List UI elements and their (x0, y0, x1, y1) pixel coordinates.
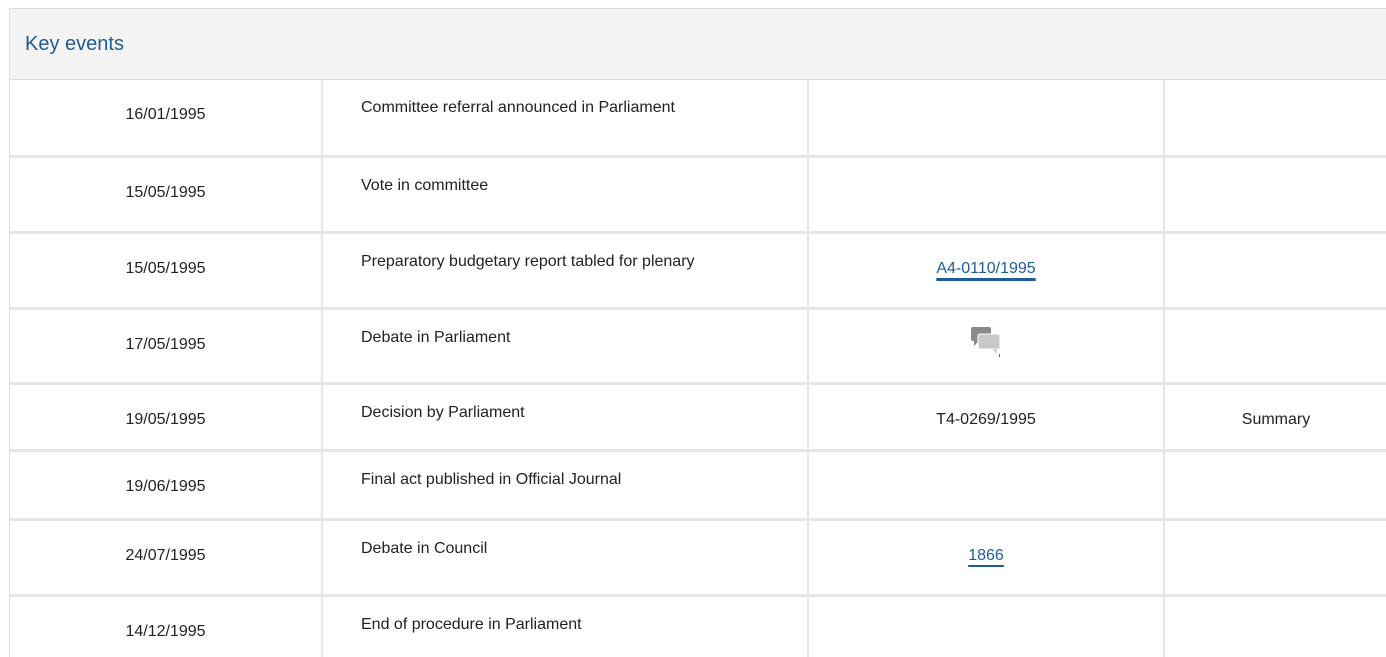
council-meeting-link-1866[interactable]: 1866 (968, 547, 1004, 564)
event-description: Final act published in Official Journal (322, 450, 809, 521)
event-description: Vote in committee (322, 156, 809, 234)
event-date: 15/05/1995 (10, 156, 323, 234)
event-description: Committee referral announced in Parliame… (322, 80, 809, 158)
debate-speech-bubbles-icon[interactable] (969, 325, 1003, 359)
event-summary (1164, 80, 1386, 158)
event-summary-link[interactable]: Summary (1164, 383, 1386, 452)
event-description: Preparatory budgetary report tabled for … (322, 232, 809, 310)
event-date: 19/05/1995 (10, 383, 323, 452)
event-reference: 1866 (808, 519, 1165, 597)
key-events-table: 16/01/1995 Committee referral announced … (10, 80, 1386, 657)
event-date: 16/01/1995 (10, 80, 323, 158)
table-row: 16/01/1995 Committee referral announced … (10, 80, 1386, 158)
event-summary (1164, 232, 1386, 310)
panel-header[interactable]: Key events (10, 9, 1386, 80)
event-reference: A4-0110/1995 (808, 232, 1165, 310)
event-summary (1164, 595, 1386, 657)
table-row: 19/05/1995 Decision by Parliament T4-026… (10, 383, 1386, 452)
table-row: 15/05/1995 Vote in committee (10, 156, 1386, 234)
table-row: 15/05/1995 Preparatory budgetary report … (10, 232, 1386, 310)
document-link-a4-0110-1995[interactable]: A4-0110/1995 (936, 260, 1035, 277)
event-summary (1164, 450, 1386, 521)
table-row: 17/05/1995 Debate in Parliament (10, 308, 1386, 385)
event-description: Debate in Council (322, 519, 809, 597)
event-description: Debate in Parliament (322, 308, 809, 385)
table-row: 24/07/1995 Debate in Council 1866 (10, 519, 1386, 597)
panel-title: Key events (25, 32, 124, 55)
key-events-panel: Key events 16/01/1995 Committee referral… (9, 8, 1386, 657)
event-reference (808, 595, 1165, 657)
event-description: End of procedure in Parliament (322, 595, 809, 657)
table-row: 14/12/1995 End of procedure in Parliamen… (10, 595, 1386, 657)
event-date: 14/12/1995 (10, 595, 323, 657)
table-row: 19/06/1995 Final act published in Offici… (10, 450, 1386, 521)
event-date: 24/07/1995 (10, 519, 323, 597)
event-summary (1164, 308, 1386, 385)
event-date: 17/05/1995 (10, 308, 323, 385)
event-date: 15/05/1995 (10, 232, 323, 310)
event-reference (808, 156, 1165, 234)
event-reference (808, 80, 1165, 158)
event-summary (1164, 156, 1386, 234)
event-date: 19/06/1995 (10, 450, 323, 521)
event-reference: T4-0269/1995 (808, 383, 1165, 452)
event-reference (808, 450, 1165, 521)
event-reference (808, 308, 1165, 385)
event-summary (1164, 519, 1386, 597)
event-description: Decision by Parliament (322, 383, 809, 452)
